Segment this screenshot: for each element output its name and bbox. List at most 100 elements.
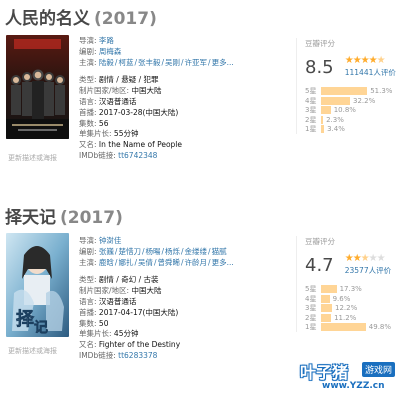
writer-link[interactable]: 楚惜刀 xyxy=(118,247,141,256)
watermark-url: www.YZZ.cn xyxy=(322,381,385,391)
rating-dist-bar xyxy=(321,304,332,313)
runtime-value: 55分钟 xyxy=(113,129,139,139)
rating-dist-label: 4星 xyxy=(305,96,317,105)
rating-votes-link[interactable]: 111441人评价 xyxy=(345,67,396,78)
rating-dist-pct: 10.8% xyxy=(333,106,356,115)
rating-dist-pct: 49.8% xyxy=(368,323,392,332)
cast-link[interactable]: 吴倩 xyxy=(138,258,153,267)
writer-link[interactable]: 杨烁 xyxy=(165,247,180,256)
rating-votes-link[interactable]: 23577人评价 xyxy=(345,265,391,276)
rating-dist-bar xyxy=(321,285,337,293)
genre-value: 剧情 / 悬疑 / 犯罪 xyxy=(98,75,159,85)
cast-link[interactable]: 陆毅 xyxy=(99,58,114,67)
rating-dist-row: 4星 32.2% xyxy=(305,96,408,106)
writer-link[interactable]: 金缕缕 xyxy=(185,247,208,256)
rating-dist-bar xyxy=(321,106,331,115)
rating-dist-pct: 2.3% xyxy=(326,115,344,124)
imdb-link[interactable]: tt6742348 xyxy=(118,151,157,160)
language-value: 汉语普通话 xyxy=(98,296,137,306)
rating-dist-label: 4星 xyxy=(305,294,317,303)
rating-dist-row: 3星 10.8% xyxy=(305,105,408,115)
movie-info: 导演: 钟澍佳 编剧: 张巍/楚惜刀/杨暘/杨烁/金缕缕/猫腻 主演: 鹿晗/娜… xyxy=(79,236,234,360)
poster-image[interactable] xyxy=(6,35,69,139)
rating-dist-bar xyxy=(321,323,366,332)
release-date-value: 2017-03-28(中国大陆) xyxy=(98,107,179,117)
imdb-link[interactable]: tt6283378 xyxy=(118,351,157,360)
rating-score: 8.5 xyxy=(305,57,334,78)
rating-dist-row: 2星 11.2% xyxy=(305,313,408,323)
poster-image[interactable]: 择 记 xyxy=(6,233,69,337)
site-watermark-logo: 叶子猪 游戏网 www.YZZ.cn xyxy=(296,357,408,399)
cast-more-link[interactable]: 更多... xyxy=(212,58,234,67)
cast-link[interactable]: 张丰毅 xyxy=(138,58,161,67)
movie-year: (2017) xyxy=(94,9,157,29)
cast-link[interactable]: 娜扎 xyxy=(118,258,133,267)
svg-text:择: 择 xyxy=(16,308,35,330)
writer-link[interactable]: 杨暘 xyxy=(145,247,160,256)
cast-link[interactable]: 曾舜晞 xyxy=(158,258,181,267)
episodes-value: 50 xyxy=(98,318,109,328)
rating-dist-label: 2星 xyxy=(305,115,317,124)
episodes-value: 56 xyxy=(98,118,109,128)
rating-dist-pct: 32.2% xyxy=(353,96,376,105)
cast-link[interactable]: 许亚军 xyxy=(185,58,208,67)
rating-dist-bar xyxy=(321,125,325,134)
svg-text:记: 记 xyxy=(34,320,48,336)
rating-panel: 豆瓣评分 8.5 ★★★★★ 111441人评价 5星 51.3% 4星 32.2% 3… xyxy=(296,38,408,134)
rating-title: 豆瓣评分 xyxy=(305,237,335,246)
rating-dist-row: 5星 17.3% xyxy=(305,284,408,294)
rating-dist-pct: 3.4% xyxy=(327,125,345,134)
director-link[interactable]: 钟澍佳 xyxy=(99,236,122,245)
rating-dist-row: 1星 49.8% xyxy=(305,322,408,332)
aka-value: Fighter of the Destiny xyxy=(98,340,181,350)
rating-dist-row: 2星 2.3% xyxy=(305,115,408,125)
rating-dist-pct: 51.3% xyxy=(370,87,393,95)
aka-value: In the Name of People xyxy=(98,140,183,150)
rating-dist-row: 1星 3.4% xyxy=(305,124,408,134)
cast-link[interactable]: 鹿晗 xyxy=(99,258,114,267)
watermark-brand: 叶子猪 xyxy=(300,363,349,382)
cast-link[interactable]: 许龄月 xyxy=(185,258,208,267)
cast-more-link[interactable]: 更多... xyxy=(212,258,234,267)
rating-dist-pct: 9.6% xyxy=(332,294,351,303)
rating-dist-row: 5星 51.3% xyxy=(305,86,408,96)
rating-distribution: 5星 17.3% 4星 9.6% 3星 12.2% 2星 11.2% 1星 49.8% xyxy=(305,284,408,332)
rating-dist-row: 4星 9.6% xyxy=(305,294,408,304)
rating-score: 4.7 xyxy=(305,255,334,276)
movie-info: 导演: 李路 编剧: 周梅森 主演: 陆毅/柯蓝/张丰毅/吴刚/许亚军/更多..… xyxy=(79,36,234,160)
language-value: 汉语普通话 xyxy=(98,96,137,106)
movie-title: 择天记 (2017) xyxy=(5,203,123,228)
country-value: 中国大陆 xyxy=(131,86,162,96)
rating-dist-label: 5星 xyxy=(305,285,317,293)
rating-dist-bar xyxy=(321,294,330,303)
rating-dist-pct: 11.2% xyxy=(334,313,357,322)
cast-link[interactable]: 吴刚 xyxy=(165,58,180,67)
cast-link[interactable]: 柯蓝 xyxy=(118,58,133,67)
writer-link[interactable]: 猫腻 xyxy=(212,247,227,256)
watermark-sub: 游戏网 xyxy=(362,362,396,377)
rating-dist-label: 1星 xyxy=(305,125,317,134)
writer-link[interactable]: 张巍 xyxy=(99,247,114,256)
rating-dist-label: 2星 xyxy=(305,313,317,322)
rating-dist-bar xyxy=(321,115,324,124)
rating-dist-label: 3星 xyxy=(305,106,317,115)
rating-dist-label: 3星 xyxy=(305,304,317,313)
rating-dist-row: 3星 12.2% xyxy=(305,303,408,313)
rating-dist-pct: 17.3% xyxy=(339,285,362,293)
movie-title-text: 人民的名义 xyxy=(5,9,90,29)
director-link[interactable]: 李路 xyxy=(99,36,114,45)
release-date-value: 2017-04-17(中国大陆) xyxy=(98,307,179,317)
rating-dist-bar xyxy=(321,313,332,322)
rating-dist-pct: 12.2% xyxy=(335,304,358,313)
rating-dist-bar xyxy=(321,96,350,105)
rating-title: 豆瓣评分 xyxy=(305,39,335,48)
movie-year: (2017) xyxy=(60,208,123,228)
genre-value: 剧情 / 奇幻 / 古装 xyxy=(98,275,159,285)
runtime-value: 45分钟 xyxy=(113,329,139,339)
rating-distribution: 5星 51.3% 4星 32.2% 3星 10.8% 2星 2.3% 1星 3.4% xyxy=(305,86,408,134)
writer-link[interactable]: 周梅森 xyxy=(99,47,122,56)
rating-stars-icon: ★★★★★ xyxy=(344,55,386,66)
rating-dist-label: 5星 xyxy=(305,87,317,95)
update-poster-link[interactable]: 更新描述或海报 xyxy=(8,153,57,163)
update-poster-link[interactable]: 更新描述或海报 xyxy=(8,346,57,356)
